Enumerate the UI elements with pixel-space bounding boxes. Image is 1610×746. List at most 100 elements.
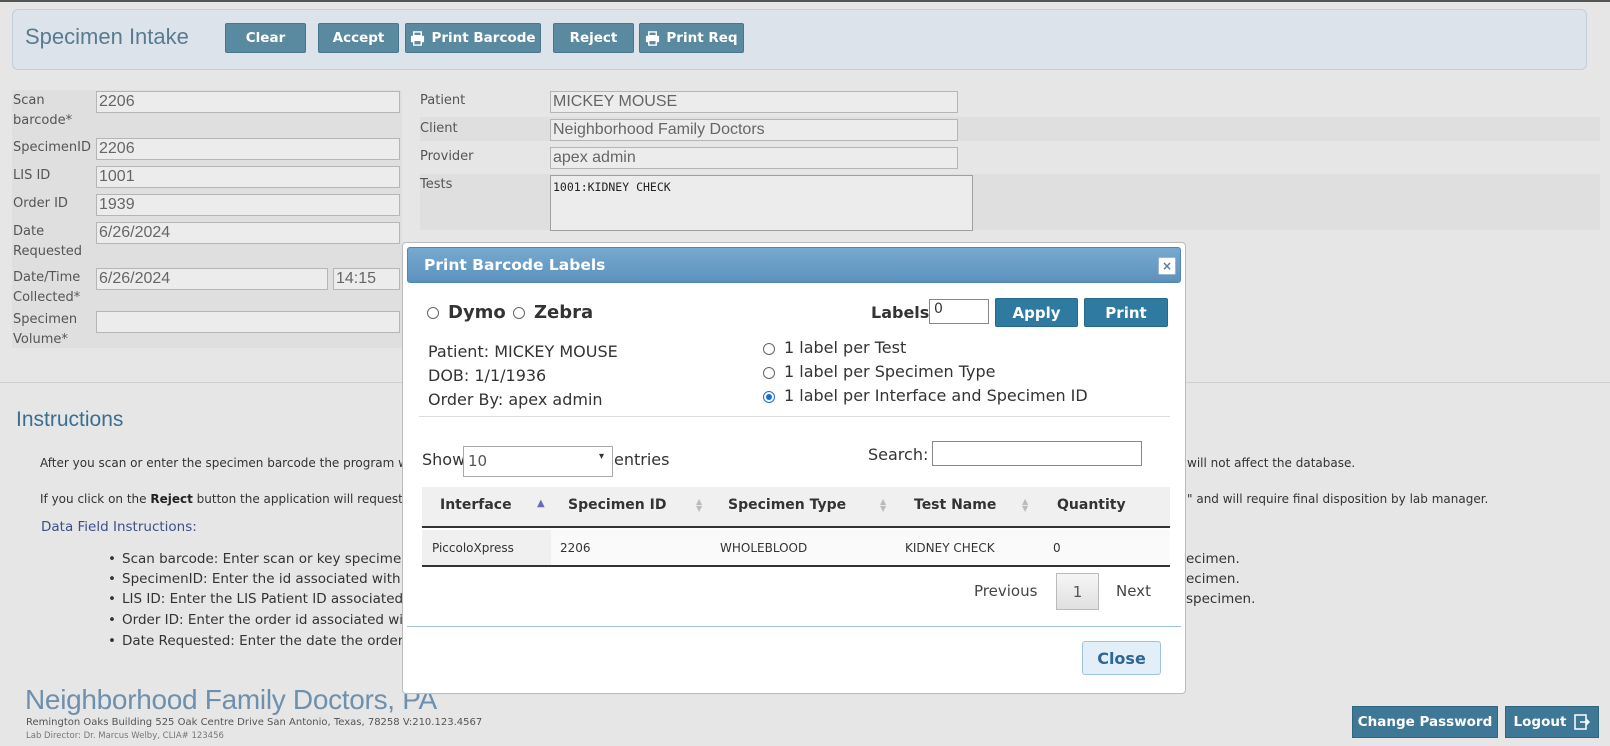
entries-label: entries bbox=[614, 450, 670, 469]
change-password-button[interactable]: Change Password bbox=[1352, 706, 1498, 738]
current-page-button[interactable]: 1 bbox=[1056, 573, 1099, 610]
patient-info: Patient: MICKEY MOUSE bbox=[428, 342, 618, 361]
reject-button[interactable]: Reject bbox=[553, 23, 634, 53]
provider-label: Provider bbox=[420, 149, 474, 164]
clear-label: Clear bbox=[245, 30, 286, 46]
date-requested-input[interactable]: 6/26/2024 bbox=[96, 222, 400, 244]
lis-id-label: LIS ID bbox=[13, 168, 51, 183]
bullet-text: Order ID: Enter the order id associated … bbox=[122, 612, 409, 628]
zebra-label: Zebra bbox=[534, 302, 594, 323]
instructions-paragraph-1: After you scan or enter the specimen bar… bbox=[40, 456, 439, 470]
order-id-label: Order ID bbox=[13, 196, 68, 211]
labels-input[interactable]: 0 bbox=[929, 299, 989, 324]
sort-icon[interactable]: ▲ ▼ bbox=[696, 498, 702, 513]
print-req-button[interactable]: Print Req bbox=[639, 23, 744, 53]
order-id-input[interactable]: 1939 bbox=[96, 194, 400, 216]
label-per-specimen-type-radio[interactable] bbox=[763, 367, 775, 379]
instruction-bullet: Order ID: Enter the order id associated … bbox=[108, 612, 408, 628]
tests-textarea[interactable]: 1001:KIDNEY CHECK bbox=[550, 175, 973, 231]
instructions-title: Instructions bbox=[16, 408, 124, 431]
lis-id-input[interactable]: 1001 bbox=[96, 166, 400, 188]
bullet-text: Scan barcode: Enter scan or key specimen bbox=[122, 551, 410, 567]
specimen-id-input[interactable]: 2206 bbox=[96, 138, 400, 160]
search-label: Search: bbox=[868, 445, 929, 464]
printer-icon bbox=[411, 30, 425, 46]
next-page-button[interactable]: Next bbox=[1116, 582, 1151, 600]
bullet-text: Date Requested: Enter the date the order… bbox=[122, 633, 419, 649]
footer-lab-director: Lab Director: Dr. Marcus Welby, CLIA# 12… bbox=[26, 731, 224, 741]
scan-barcode-input[interactable]: 2206 bbox=[96, 91, 400, 113]
date-requested-label: Date Requested bbox=[13, 224, 83, 259]
provider-input[interactable]: apex admin bbox=[550, 147, 958, 169]
time-collected-input[interactable]: 14:15 bbox=[333, 268, 400, 290]
patient-label: Patient bbox=[420, 93, 466, 108]
reject-label: Reject bbox=[569, 30, 618, 46]
dialog-footer-separator bbox=[407, 626, 1181, 627]
print-barcode-label: Print Barcode bbox=[431, 30, 536, 46]
top-border bbox=[0, 0, 1610, 2]
patient-input[interactable]: MICKEY MOUSE bbox=[550, 91, 958, 113]
print-button[interactable]: Print bbox=[1084, 298, 1168, 327]
label-per-interface-label: 1 label per Interface and Specimen ID bbox=[784, 386, 1088, 405]
instructions-paragraph-1-end: will not affect the database. bbox=[1187, 456, 1356, 470]
dob-info: DOB: 1/1/1936 bbox=[428, 366, 547, 385]
printer-icon bbox=[646, 30, 660, 46]
search-input[interactable] bbox=[932, 441, 1142, 466]
bullet-text: SpecimenID: Enter the id associated with… bbox=[122, 571, 412, 587]
dialog-title: Print Barcode Labels bbox=[424, 256, 606, 274]
accept-label: Accept bbox=[332, 30, 385, 46]
specimen-volume-input[interactable] bbox=[96, 311, 400, 333]
chevron-down-icon: ▾ bbox=[598, 451, 604, 462]
header-panel: Specimen Intake Clear Accept Print Barco… bbox=[12, 9, 1587, 70]
specimen-volume-label: Specimen Volume* bbox=[13, 312, 78, 347]
dialog-header: Print Barcode Labels × bbox=[407, 247, 1181, 283]
client-input[interactable]: Neighborhood Family Doctors bbox=[550, 119, 958, 141]
col-interface[interactable]: Interface bbox=[440, 497, 512, 513]
p2-bold: Reject bbox=[150, 492, 193, 506]
logout-button[interactable]: Logout bbox=[1505, 706, 1599, 738]
dymo-radio[interactable] bbox=[427, 307, 439, 319]
sort-asc-icon[interactable]: ▲ bbox=[537, 499, 545, 509]
date-collected-label: Date/Time Collected* bbox=[13, 270, 81, 305]
bullet-tail: specimen. bbox=[1186, 591, 1256, 607]
print-barcode-button[interactable]: Print Barcode bbox=[405, 23, 541, 53]
cell-test-name: KIDNEY CHECK bbox=[905, 541, 995, 555]
clear-button[interactable]: Clear bbox=[225, 23, 306, 53]
bullet-text: LIS ID: Enter the LIS Patient ID associa… bbox=[122, 591, 404, 607]
entries-value: 10 bbox=[468, 452, 488, 470]
apply-button[interactable]: Apply bbox=[995, 298, 1078, 327]
labels-label: Labels bbox=[871, 303, 930, 322]
table-row[interactable]: PiccoloXpress 2206 WHOLEBLOOD KIDNEY CHE… bbox=[422, 530, 1170, 567]
bullet-tail: ecimen. bbox=[1186, 571, 1240, 587]
label-per-test-radio[interactable] bbox=[763, 343, 775, 355]
label-per-interface-radio[interactable] bbox=[763, 391, 775, 403]
logout-icon bbox=[1574, 714, 1591, 730]
col-test-name[interactable]: Test Name bbox=[914, 497, 996, 513]
col-specimen-type[interactable]: Specimen Type bbox=[728, 497, 846, 513]
cell-specimen-id: 2206 bbox=[560, 541, 591, 555]
bullet-tail: ecimen. bbox=[1186, 551, 1240, 567]
label-per-test-label: 1 label per Test bbox=[784, 338, 907, 357]
instructions-paragraph-2-end: " and will require final disposition by … bbox=[1187, 492, 1489, 506]
dialog-separator bbox=[419, 416, 1170, 417]
previous-page-button[interactable]: Previous bbox=[974, 582, 1037, 600]
zebra-radio[interactable] bbox=[513, 307, 525, 319]
sort-icon[interactable]: ▲ ▼ bbox=[1022, 498, 1028, 513]
p2-start: If you click on the bbox=[40, 492, 151, 506]
col-quantity[interactable]: Quantity bbox=[1057, 497, 1126, 513]
sort-icon[interactable]: ▲ ▼ bbox=[880, 498, 886, 513]
close-icon[interactable]: × bbox=[1158, 257, 1176, 275]
entries-select[interactable]: 10 ▾ bbox=[463, 446, 613, 477]
table-header: Interface ▲ Specimen ID ▲ ▼ Specimen Type… bbox=[422, 487, 1170, 528]
label-per-specimen-type-label: 1 label per Specimen Type bbox=[784, 362, 996, 381]
client-label: Client bbox=[420, 121, 458, 136]
order-by-info: Order By: apex admin bbox=[428, 390, 603, 409]
close-button[interactable]: Close bbox=[1082, 641, 1161, 675]
col-specimen-id[interactable]: Specimen ID bbox=[568, 497, 666, 513]
instruction-bullet: Scan barcode: Enter scan or key specimen bbox=[108, 551, 410, 567]
page-title: Specimen Intake bbox=[25, 24, 189, 49]
accept-button[interactable]: Accept bbox=[318, 23, 399, 53]
dymo-label: Dymo bbox=[448, 302, 506, 323]
date-collected-input[interactable]: 6/26/2024 bbox=[96, 268, 328, 290]
print-req-label: Print Req bbox=[666, 30, 738, 46]
